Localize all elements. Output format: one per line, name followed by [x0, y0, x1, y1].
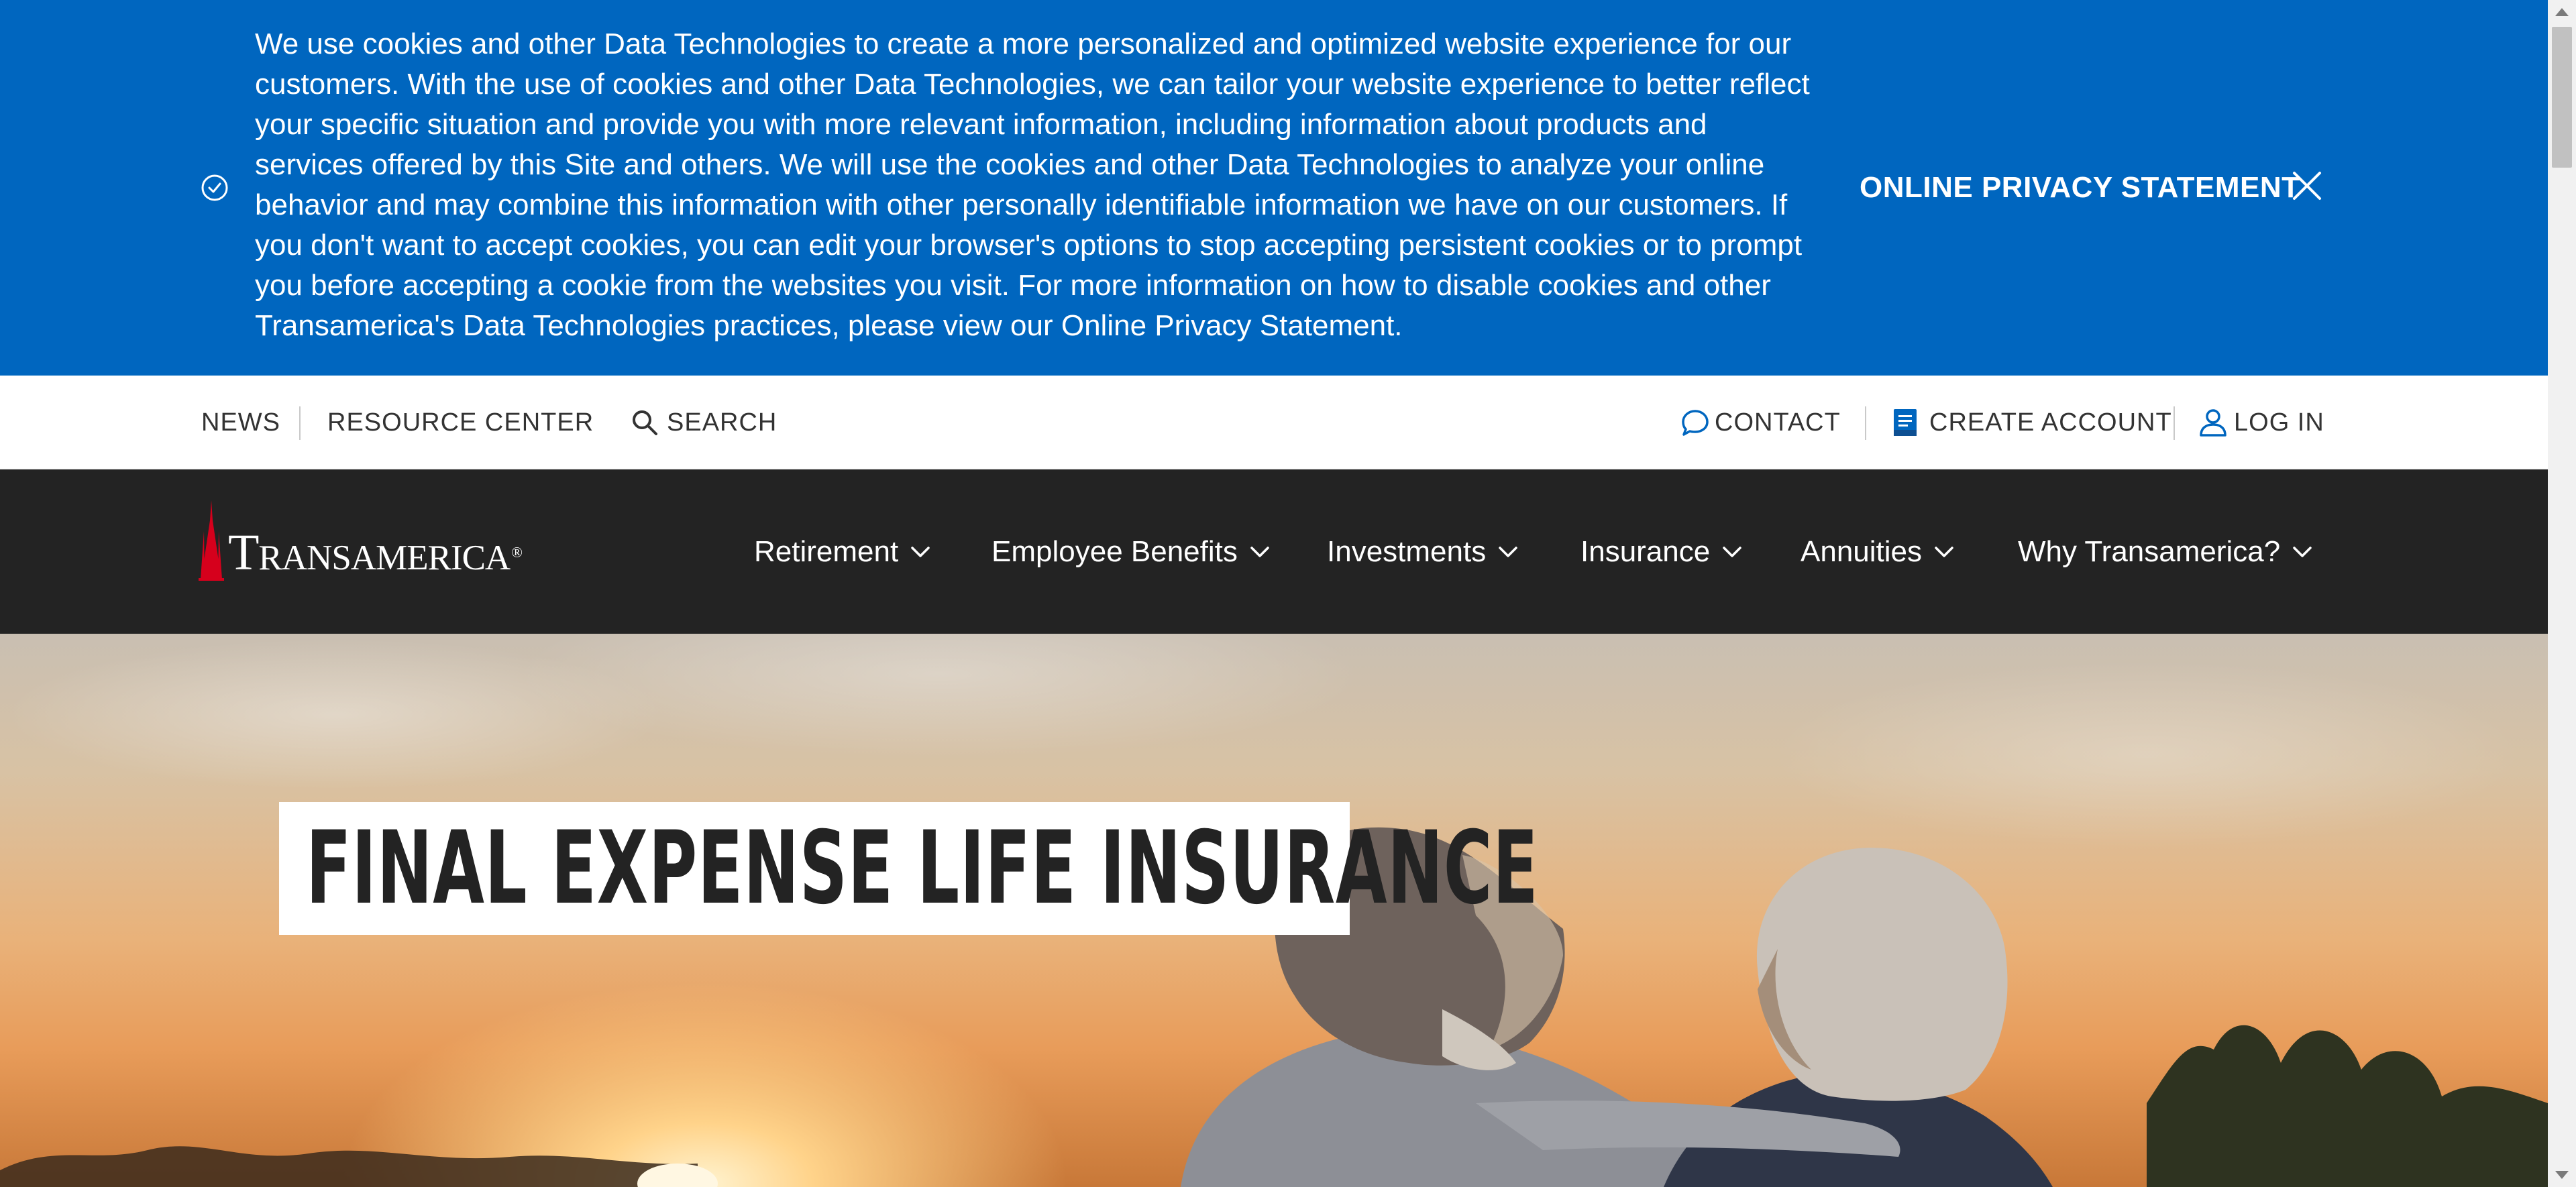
nav-item-label: Annuities: [1801, 534, 1923, 568]
search-button[interactable]: SEARCH: [631, 376, 777, 469]
nav-item-annuities[interactable]: Annuities: [1801, 469, 1954, 634]
page: We use cookies and other Data Technologi…: [0, 0, 2576, 1187]
contact-link[interactable]: CONTACT: [1680, 376, 1841, 469]
online-privacy-statement-link[interactable]: ONLINE PRIVACY STATEMENT: [1860, 169, 2300, 207]
vertical-scrollbar[interactable]: [2548, 0, 2576, 1187]
nav-item-label: Why Transamerica?: [2018, 534, 2281, 568]
contact-label: CONTACT: [1715, 408, 1841, 437]
check-circle-icon: [201, 174, 228, 201]
registered-mark: ®: [511, 544, 523, 561]
nav-item-label: Insurance: [1580, 534, 1711, 568]
scrollbar-thumb[interactable]: [2552, 27, 2572, 168]
nav-item-why-transamerica[interactable]: Why Transamerica?: [2018, 469, 2312, 634]
divider: [299, 406, 301, 440]
chevron-down-icon: [1250, 546, 1269, 557]
page-title: FINAL EXPENSE LIFE INSURANCE: [306, 810, 1539, 927]
create-account-link[interactable]: CREATE ACCOUNT: [1892, 376, 2172, 469]
search-icon: [633, 410, 657, 435]
search-label: SEARCH: [667, 408, 777, 437]
chevron-down-icon: [2293, 546, 2312, 557]
logo-wordmark: Transamerica®: [228, 524, 523, 581]
chevron-down-icon: [911, 546, 930, 557]
chevron-down-icon: [1499, 546, 1517, 557]
cookie-banner: We use cookies and other Data Technologi…: [0, 0, 2548, 376]
nav-item-employee-benefits[interactable]: Employee Benefits: [991, 469, 1270, 634]
cookie-notice-text: We use cookies and other Data Technologi…: [255, 27, 1810, 342]
resource-center-label: RESOURCE CENTER: [327, 408, 594, 437]
nav-item-label: Retirement: [754, 534, 899, 568]
create-account-label: CREATE ACCOUNT: [1929, 408, 2172, 437]
nav-item-insurance[interactable]: Insurance: [1580, 469, 1742, 634]
log-in-link[interactable]: LOG IN: [2198, 376, 2324, 469]
news-link[interactable]: NEWS: [201, 376, 280, 469]
divider: [1865, 406, 1866, 440]
chevron-down-icon: [1723, 546, 1741, 557]
transamerica-logo[interactable]: Transamerica®: [199, 498, 523, 581]
nav-item-label: Employee Benefits: [991, 534, 1238, 568]
log-in-label: LOG IN: [2234, 408, 2324, 437]
nav-item-retirement[interactable]: Retirement: [754, 469, 930, 634]
chat-bubble-icon: [1682, 410, 1709, 436]
scroll-down-arrow-icon[interactable]: [2555, 1171, 2569, 1179]
nav-item-investments[interactable]: Investments: [1327, 469, 1518, 634]
close-icon[interactable]: [2289, 168, 2325, 204]
news-label: NEWS: [201, 408, 280, 437]
chevron-down-icon: [1935, 546, 1953, 557]
user-icon: [2200, 409, 2226, 437]
divider: [2174, 406, 2175, 440]
nav-item-label: Investments: [1327, 534, 1487, 568]
logo-text: Transamerica: [228, 524, 511, 581]
hero-title-box: FINAL EXPENSE LIFE INSURANCE: [279, 802, 1538, 935]
pyramid-logo-icon: [199, 500, 224, 581]
resource-center-link[interactable]: RESOURCE CENTER: [327, 376, 594, 469]
scroll-up-arrow-icon[interactable]: [2555, 8, 2569, 16]
document-icon: [1894, 409, 1917, 436]
